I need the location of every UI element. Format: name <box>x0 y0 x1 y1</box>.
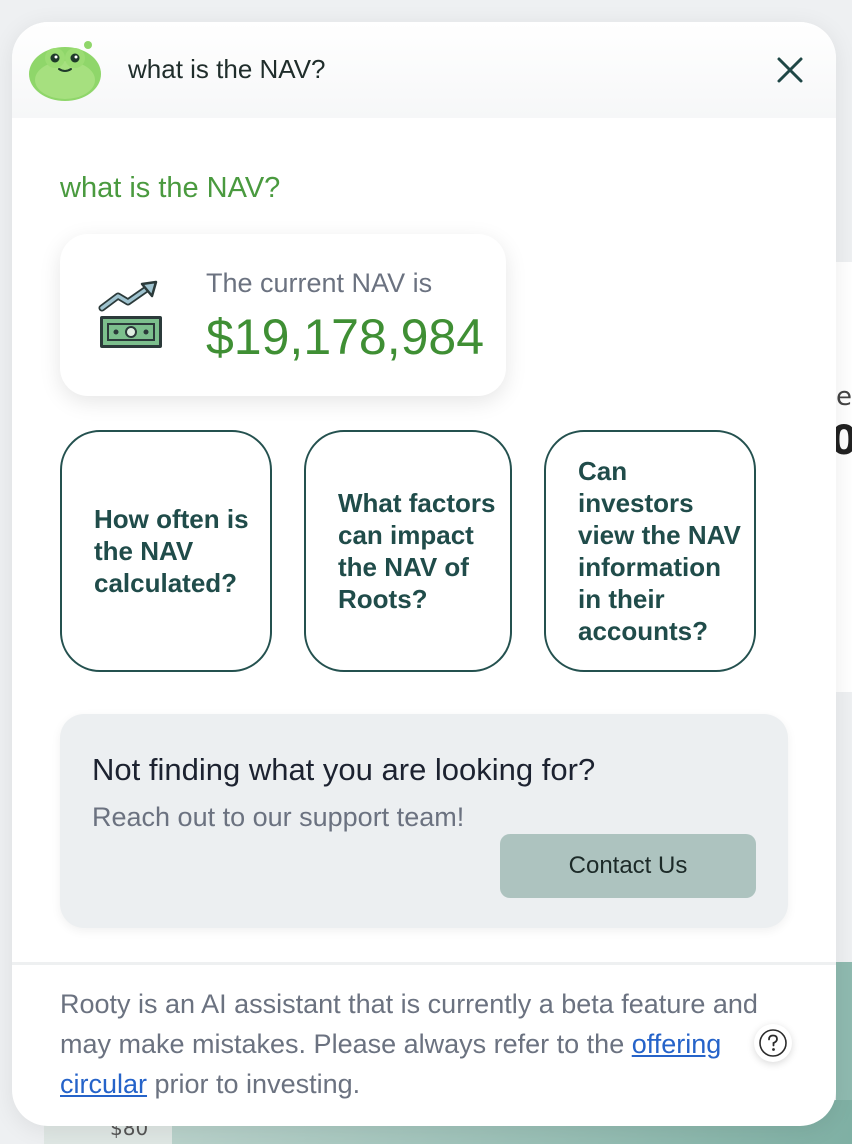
background-chart-edge <box>836 962 852 1122</box>
money-growth-icon <box>96 278 168 354</box>
suggestion-label: How often is the NAV calculated? <box>94 504 249 598</box>
suggestion-nav-frequency[interactable]: How often is the NAV calculated? <box>60 430 272 672</box>
header-title: what is the NAV? <box>128 54 326 84</box>
nav-value: $19,178,984 <box>206 309 485 365</box>
footer-divider <box>12 962 836 965</box>
contact-us-button[interactable]: Contact Us <box>500 834 756 898</box>
suggestion-label: Can investors view the NAV information i… <box>578 456 741 646</box>
disclaimer-text-end: prior to investing. <box>147 1069 361 1099</box>
nav-answer-card: The current NAV is $19,178,984 <box>60 234 506 396</box>
frog-mascot-icon <box>28 38 102 102</box>
chat-panel: what is the NAV? what is the NAV? The cu… <box>12 22 836 1126</box>
chat-header: what is the NAV? <box>12 22 836 118</box>
suggestion-view-nav[interactable]: Can investors view the NAV information i… <box>544 430 756 672</box>
support-title: Not finding what you are looking for? <box>92 752 596 787</box>
suggestion-label: What factors can impact the NAV of Roots… <box>338 488 496 614</box>
support-card: Not finding what you are looking for? Re… <box>60 714 788 928</box>
user-question: what is the NAV? <box>60 172 281 204</box>
close-icon[interactable] <box>772 52 808 88</box>
nav-label: The current NAV is <box>206 268 433 298</box>
suggestion-nav-factors[interactable]: What factors can impact the NAV of Roots… <box>304 430 512 672</box>
support-subtitle: Reach out to our support team! <box>92 802 465 832</box>
background-text: e <box>836 382 852 412</box>
question-mark-icon[interactable] <box>754 1024 792 1062</box>
ai-disclaimer: Rooty is an AI assistant that is current… <box>60 984 760 1104</box>
